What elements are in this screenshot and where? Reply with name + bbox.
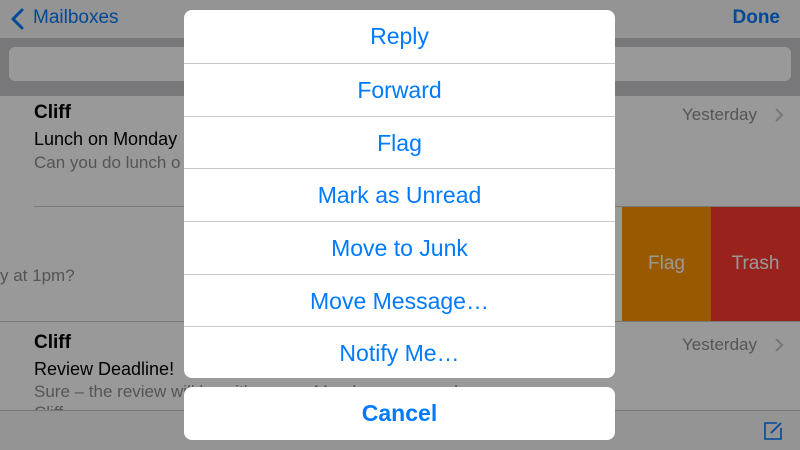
- reply-button[interactable]: Reply: [184, 10, 615, 63]
- action-sheet: Reply Forward Flag Mark as Unread Move t…: [184, 10, 615, 378]
- cancel-button[interactable]: Cancel: [184, 387, 615, 440]
- move-message-button[interactable]: Move Message…: [184, 274, 615, 327]
- flag-button[interactable]: Flag: [184, 116, 615, 169]
- move-to-junk-button[interactable]: Move to Junk: [184, 221, 615, 274]
- mark-as-unread-button[interactable]: Mark as Unread: [184, 168, 615, 221]
- notify-me-button[interactable]: Notify Me…: [184, 326, 615, 378]
- forward-button[interactable]: Forward: [184, 63, 615, 116]
